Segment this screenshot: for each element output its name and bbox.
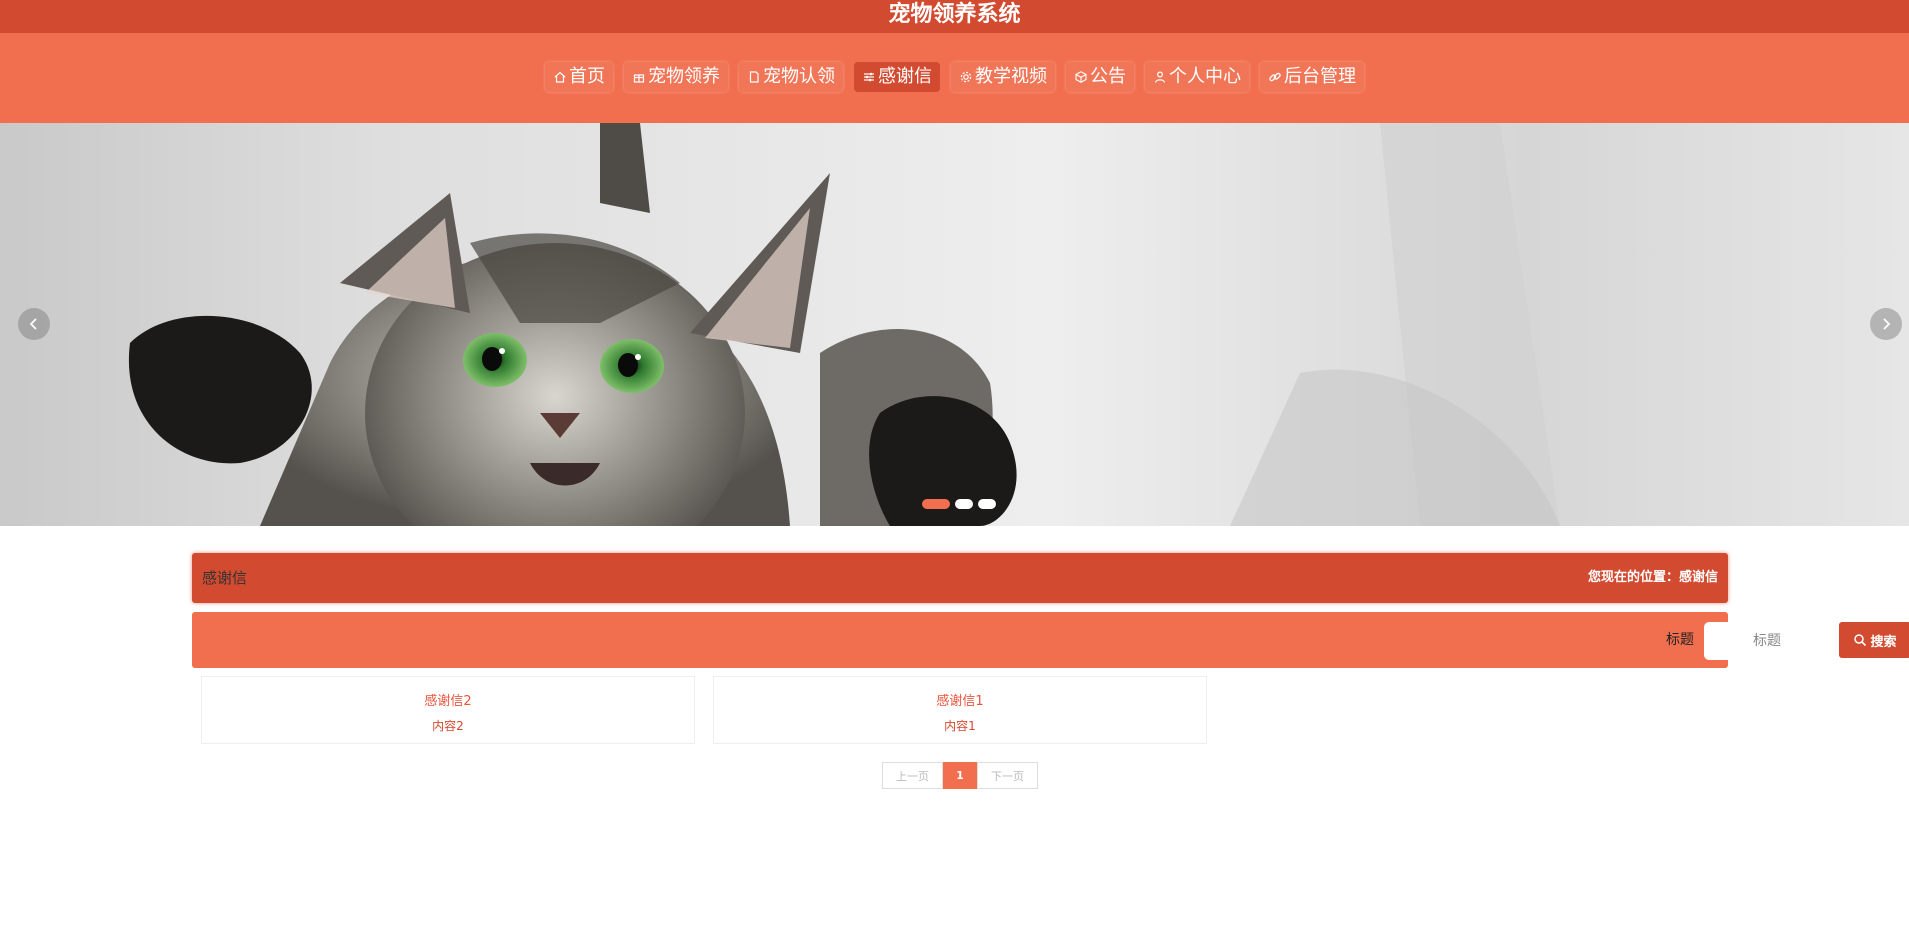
nav-item-label: 个人中心: [1169, 66, 1241, 87]
next-page-button[interactable]: 下一页: [977, 762, 1038, 789]
breadcrumb-location: 您现在的位置：感谢信: [1587, 570, 1718, 585]
nav-item-admin[interactable]: 后台管理: [1260, 62, 1364, 92]
search-icon: [1854, 634, 1867, 647]
gear-icon: [959, 70, 973, 84]
site-title: 宠物领养系统: [888, 2, 1021, 27]
search-button-label: 搜索: [1870, 634, 1897, 650]
nav-item-label: 教学视频: [975, 66, 1047, 87]
top-header: 宠物领养系统: [0, 0, 1909, 33]
nav-item-label: 宠物领养: [648, 66, 720, 87]
letter-card-title[interactable]: 感谢信1: [714, 694, 1206, 710]
current-page-button[interactable]: 1: [943, 762, 977, 789]
breadcrumb: 感谢信 您现在的位置：感谢信: [192, 553, 1728, 603]
banner-carousel[interactable]: [0, 123, 1909, 526]
carousel-prev-button[interactable]: [18, 308, 50, 340]
prev-page-button[interactable]: 上一页: [882, 762, 943, 789]
letter-card[interactable]: 感谢信2 内容2: [201, 676, 695, 744]
letter-card-content: 内容2: [432, 719, 464, 733]
page-title: 感谢信: [202, 569, 248, 587]
sliders-icon: [862, 70, 876, 84]
main-nav: 首页 宠物领养 宠物认领 感谢信 教学视频 公告 个人中心 后台管理: [0, 33, 1909, 123]
letter-card[interactable]: 感谢信1 内容1: [713, 676, 1207, 744]
link-icon: [1268, 70, 1282, 84]
search-button[interactable]: 搜索: [1839, 622, 1909, 658]
nav-list: 首页 宠物领养 宠物认领 感谢信 教学视频 公告 个人中心 后台管理: [0, 62, 1909, 92]
search-bar: 标题 搜索: [192, 612, 1909, 668]
nav-item-personal-center[interactable]: 个人中心: [1145, 62, 1249, 92]
chevron-left-icon: [29, 318, 37, 330]
nav-item-thank-you-letter[interactable]: 感谢信: [854, 62, 940, 92]
search-input[interactable]: [1704, 622, 1830, 660]
nav-item-home[interactable]: 首页: [545, 62, 613, 92]
carousel-dot[interactable]: [922, 499, 950, 509]
carousel-dot[interactable]: [978, 499, 996, 509]
nav-item-pet-adoption[interactable]: 宠物领养: [624, 62, 728, 92]
nav-item-label: 首页: [569, 66, 605, 87]
nav-item-label: 宠物认领: [763, 66, 835, 87]
banner-kitten-image: [128, 123, 1560, 526]
nav-item-label: 感谢信: [878, 66, 932, 87]
home-icon: [553, 70, 567, 84]
letter-card-content: 内容1: [944, 719, 976, 733]
carousel-indicators: [922, 499, 996, 509]
cube-icon: [1074, 70, 1088, 84]
nav-item-pet-claim[interactable]: 宠物认领: [739, 62, 843, 92]
nav-item-tutorial-videos[interactable]: 教学视频: [951, 62, 1055, 92]
search-label: 标题: [1666, 632, 1694, 648]
nav-item-announcements[interactable]: 公告: [1066, 62, 1134, 92]
nav-item-label: 后台管理: [1284, 66, 1356, 87]
chevron-right-icon: [1883, 318, 1891, 330]
carousel-next-button[interactable]: [1870, 308, 1902, 340]
gift-icon: [632, 70, 646, 84]
letter-card-title[interactable]: 感谢信2: [202, 694, 694, 710]
pagination: 上一页 1 下一页: [882, 762, 1038, 789]
nav-item-label: 公告: [1090, 66, 1126, 87]
user-icon: [1153, 70, 1167, 84]
document-icon: [747, 70, 761, 84]
carousel-dot[interactable]: [955, 499, 973, 509]
